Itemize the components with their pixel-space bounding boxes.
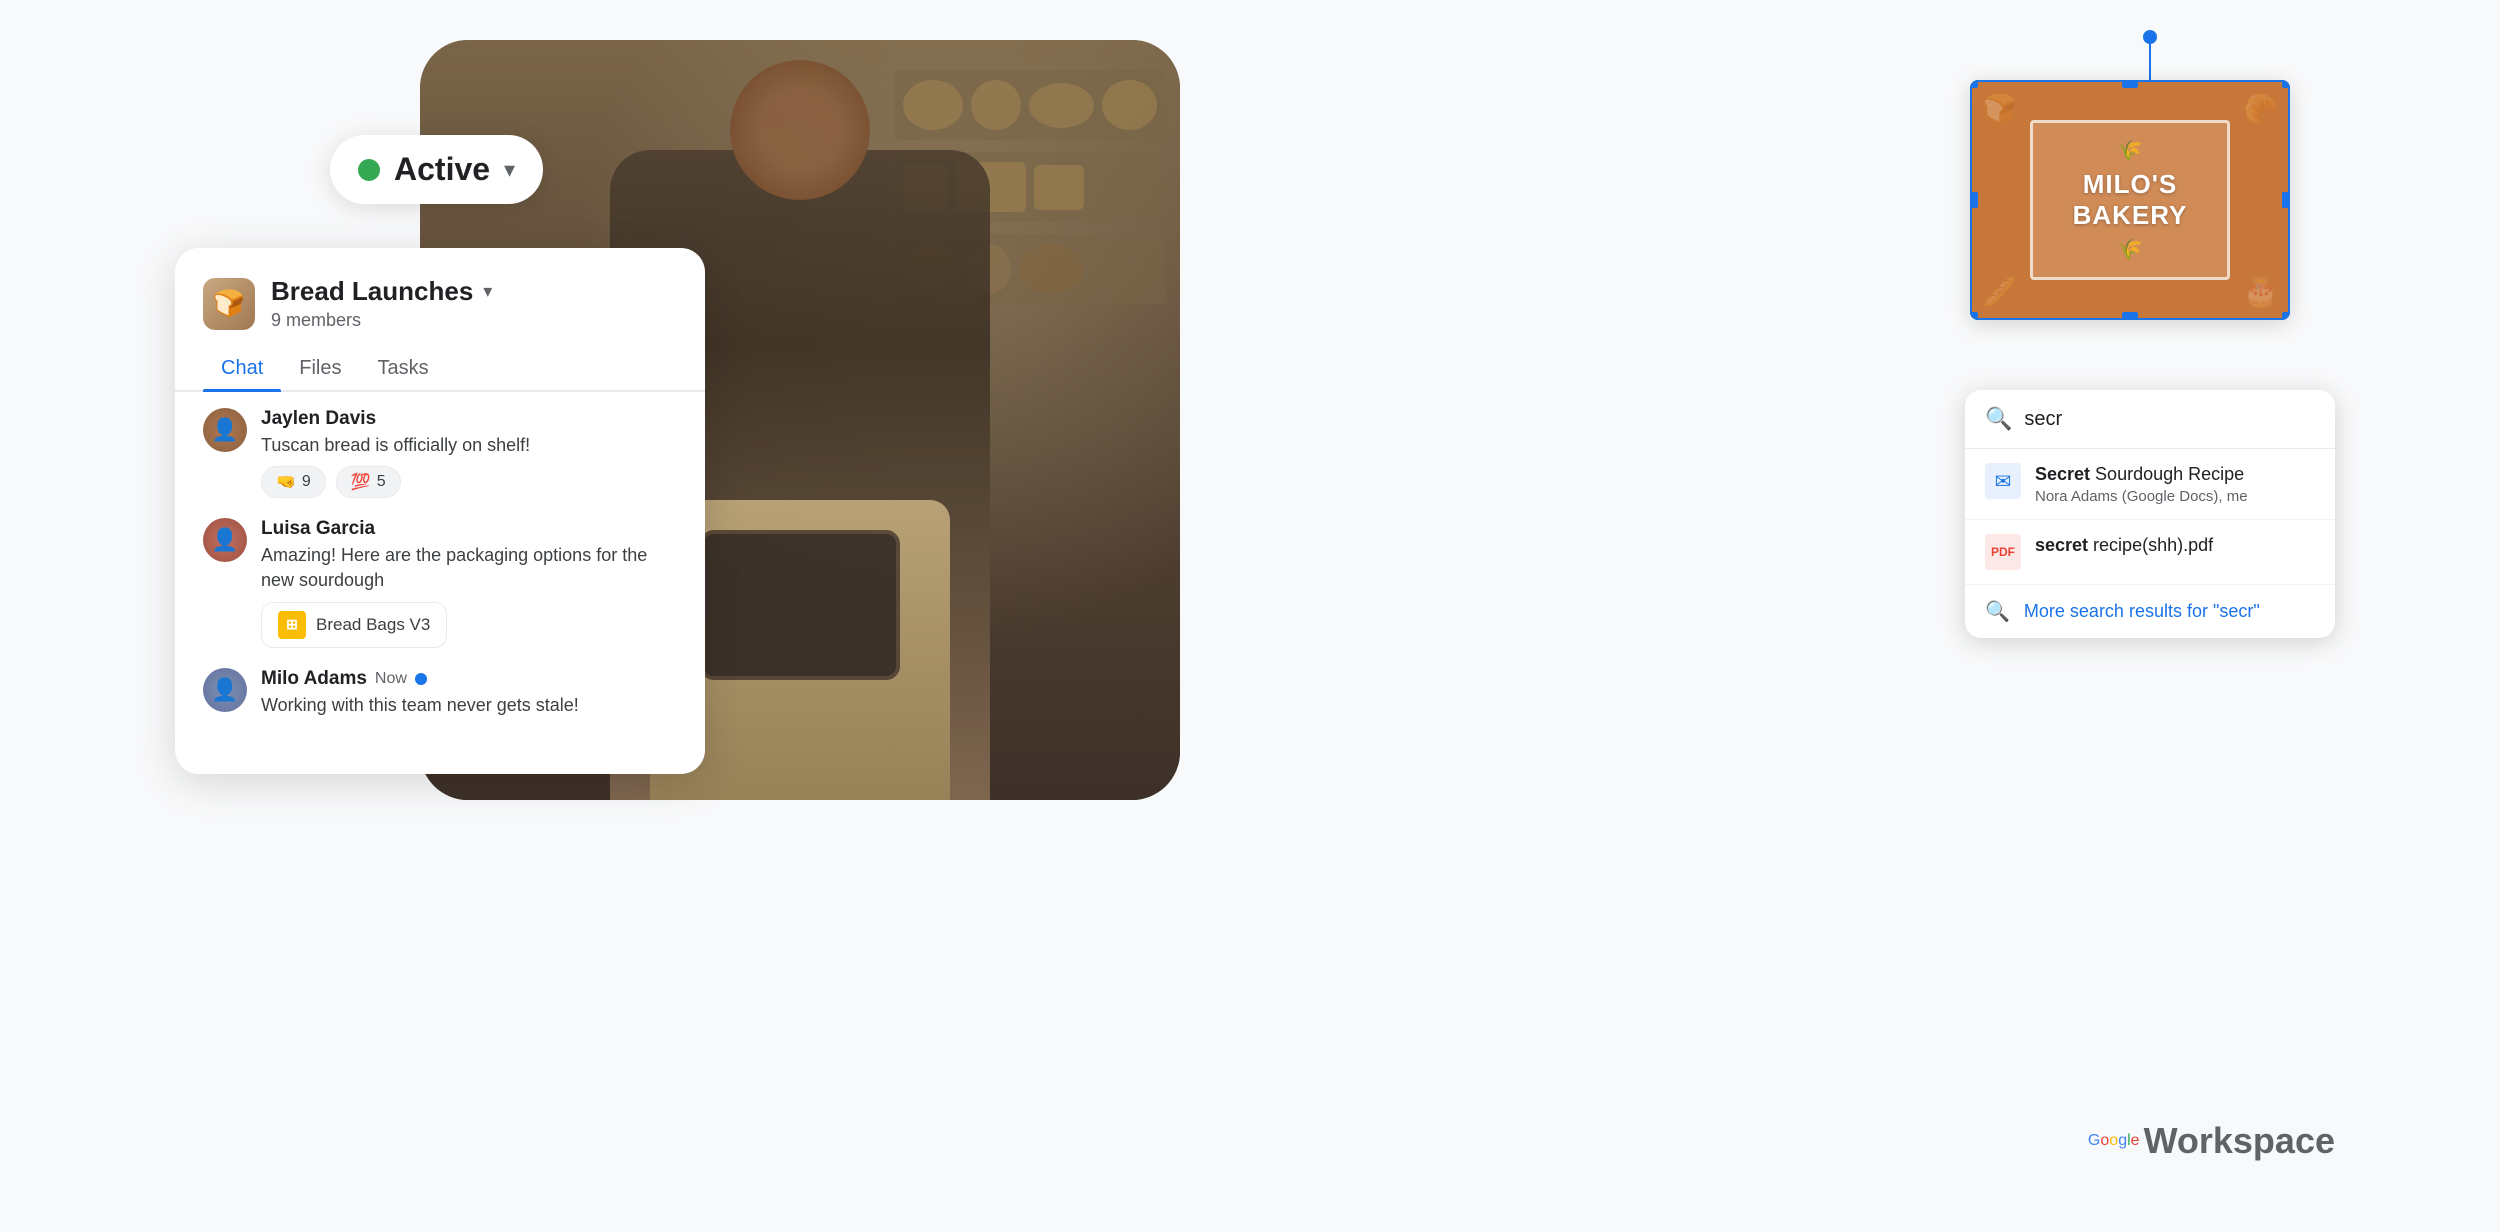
message-milo: 👤 Milo Adams Now Working with this team … bbox=[203, 668, 677, 718]
search-result-email[interactable]: ✉ Secret Sourdough Recipe Nora Adams (Go… bbox=[1965, 449, 2335, 520]
message-luisa: 👤 Luisa Garcia Amazing! Here are the pac… bbox=[203, 518, 677, 647]
result-subtitle-1: Nora Adams (Google Docs), me bbox=[2035, 488, 2315, 505]
result-content-1: Secret Sourdough Recipe Nora Adams (Goog… bbox=[2035, 463, 2315, 505]
bakery-logo-image: 🍞 🥐 🥖 🎂 🌾 MILO'S BAKERY 🌾 bbox=[1970, 80, 2290, 320]
avatar-milo: 👤 bbox=[203, 668, 247, 712]
msg-reactions-jaylen: 🤜 9 💯 5 bbox=[261, 466, 677, 498]
bakery-deco-1: 🍞 bbox=[1982, 92, 2017, 125]
msg-name-jaylen: Jaylen Davis bbox=[261, 408, 677, 430]
msg-text-milo: Working with this team never gets stale! bbox=[261, 693, 677, 718]
chat-panel: 🍞 Bread Launches ▾ 9 members Chat Files … bbox=[175, 248, 705, 774]
selection-handle-tr[interactable] bbox=[2282, 80, 2290, 88]
reaction-emoji-hundred: 💯 bbox=[351, 472, 371, 492]
search-panel: 🔍 secr ✉ Secret Sourdough Recipe Nora Ad… bbox=[1965, 390, 2335, 638]
search-input[interactable]: secr bbox=[2024, 408, 2315, 431]
message-content-milo: Milo Adams Now Working with this team ne… bbox=[261, 668, 677, 718]
more-results-search-icon: 🔍 bbox=[1985, 599, 2010, 624]
tab-files[interactable]: Files bbox=[281, 347, 359, 390]
selection-handle-tm[interactable] bbox=[2122, 80, 2138, 88]
selection-handle-bl[interactable] bbox=[1970, 312, 1978, 320]
search-input-row: 🔍 secr bbox=[1965, 390, 2335, 448]
bread-icon: 🍞 bbox=[213, 288, 245, 319]
reaction-count-hundred: 5 bbox=[377, 473, 386, 491]
google-o2: o bbox=[2109, 1132, 2118, 1149]
search-results-list: ✉ Secret Sourdough Recipe Nora Adams (Go… bbox=[1965, 448, 2335, 638]
chat-title-label: Bread Launches bbox=[271, 276, 473, 307]
message-content-luisa: Luisa Garcia Amazing! Here are the packa… bbox=[261, 518, 677, 647]
selection-handle-tl[interactable] bbox=[1970, 80, 1978, 88]
workspace-label: Workspace bbox=[2144, 1120, 2335, 1162]
avatar-jaylen: 👤 bbox=[203, 408, 247, 452]
chat-tabs: Chat Files Tasks bbox=[175, 347, 705, 392]
selection-handle-top-line bbox=[2149, 36, 2151, 80]
chat-avatar: 🍞 bbox=[203, 278, 255, 330]
bakery-deco-4: 🎂 bbox=[2243, 275, 2278, 308]
active-chevron-icon: ▾ bbox=[504, 157, 515, 183]
reaction-emoji-fist: 🤜 bbox=[276, 472, 296, 492]
google-g2: g bbox=[2118, 1132, 2127, 1149]
message-jaylen: 👤 Jaylen Davis Tuscan bread is officiall… bbox=[203, 408, 677, 498]
selection-handle-ml[interactable] bbox=[1970, 192, 1978, 208]
msg-text-jaylen: Tuscan bread is officially on shelf! bbox=[261, 433, 677, 458]
bakery-logo-inner: 🌾 MILO'S BAKERY 🌾 bbox=[2030, 120, 2230, 280]
search-icon: 🔍 bbox=[1985, 406, 2012, 432]
google-g: G bbox=[2088, 1132, 2100, 1149]
selection-handle-mr[interactable] bbox=[2282, 192, 2290, 208]
chat-title-row: Bread Launches ▾ bbox=[271, 276, 677, 307]
bakery-deco-3: 🥖 bbox=[1982, 275, 2017, 308]
bakery-deco-2: 🥐 bbox=[2243, 92, 2278, 125]
tab-tasks[interactable]: Tasks bbox=[359, 347, 446, 390]
google-workspace-logo: Google Workspace bbox=[2088, 1120, 2335, 1162]
more-results-label: More search results for "secr" bbox=[2024, 601, 2260, 622]
active-status-label: Active bbox=[394, 151, 490, 188]
email-result-icon: ✉ bbox=[1985, 463, 2021, 499]
bakery-wheat-icon-bottom: 🌾 bbox=[2118, 237, 2143, 262]
message-content-jaylen: Jaylen Davis Tuscan bread is officially … bbox=[261, 408, 677, 498]
result-title-2: secret recipe(shh).pdf bbox=[2035, 534, 2315, 557]
pdf-result-icon: PDF bbox=[1985, 534, 2021, 570]
avatar-luisa: 👤 bbox=[203, 518, 247, 562]
bakery-name-text: MILO'S BAKERY bbox=[2073, 169, 2188, 231]
msg-name-milo: Milo Adams Now bbox=[261, 668, 677, 690]
file-attachment-bread-bags[interactable]: ⊞ Bread Bags V3 bbox=[261, 602, 447, 648]
search-result-pdf[interactable]: PDF secret recipe(shh).pdf bbox=[1965, 520, 2335, 585]
selection-handle-br[interactable] bbox=[2282, 312, 2290, 320]
active-status-dot bbox=[358, 159, 380, 181]
google-logo-text: Google bbox=[2088, 1132, 2140, 1150]
msg-text-luisa: Amazing! Here are the packaging options … bbox=[261, 543, 677, 593]
google-e: e bbox=[2131, 1132, 2140, 1149]
reaction-count-fist: 9 bbox=[302, 473, 311, 491]
chat-members-count: 9 members bbox=[271, 310, 677, 331]
online-indicator-milo bbox=[415, 673, 427, 685]
selection-handle-bm[interactable] bbox=[2122, 312, 2138, 320]
bakery-wheat-icon-top: 🌾 bbox=[2118, 138, 2143, 163]
file-icon-spreadsheet: ⊞ bbox=[278, 611, 306, 639]
tab-chat[interactable]: Chat bbox=[203, 347, 281, 390]
google-o1: o bbox=[2100, 1132, 2109, 1149]
result-content-2: secret recipe(shh).pdf bbox=[2035, 534, 2315, 557]
reaction-fist[interactable]: 🤜 9 bbox=[261, 466, 326, 498]
chat-dropdown-icon[interactable]: ▾ bbox=[483, 281, 492, 302]
file-attachment-name: Bread Bags V3 bbox=[316, 615, 430, 635]
chat-header-info: Bread Launches ▾ 9 members bbox=[271, 276, 677, 331]
msg-timestamp-milo: Now bbox=[375, 670, 407, 688]
chat-header: 🍞 Bread Launches ▾ 9 members bbox=[175, 276, 705, 347]
reaction-hundred[interactable]: 💯 5 bbox=[336, 466, 401, 498]
result-title-1: Secret Sourdough Recipe bbox=[2035, 463, 2315, 486]
more-results-item[interactable]: 🔍 More search results for "secr" bbox=[1965, 585, 2335, 638]
msg-name-luisa: Luisa Garcia bbox=[261, 518, 677, 540]
chat-messages-list: 👤 Jaylen Davis Tuscan bread is officiall… bbox=[175, 396, 705, 750]
bakery-logo-card[interactable]: 🍞 🥐 🥖 🎂 🌾 MILO'S BAKERY 🌾 bbox=[1970, 80, 2330, 350]
active-status-pill[interactable]: Active ▾ bbox=[330, 135, 543, 204]
